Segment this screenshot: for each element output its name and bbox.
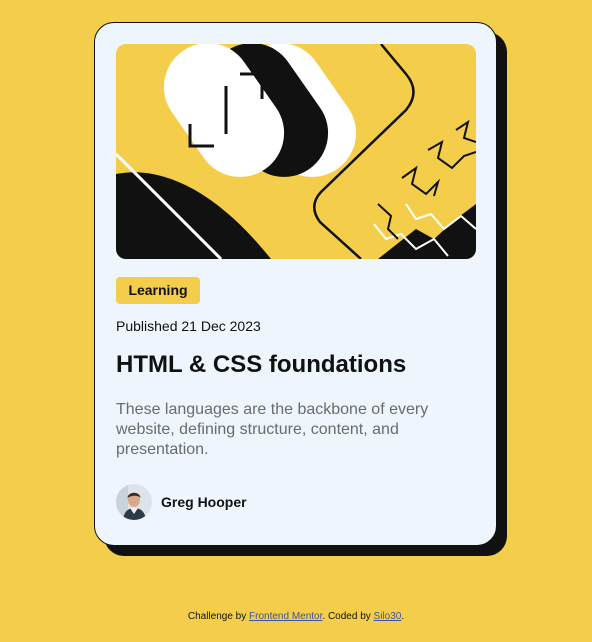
card-title[interactable]: HTML & CSS foundations [116,351,406,379]
frontend-mentor-link[interactable]: Frontend Mentor [249,611,322,622]
published-date: Published 21 Dec 2023 [116,318,261,334]
blog-preview-card: Learning Published 21 Dec 2023 HTML & CS… [94,22,497,546]
attribution: Challenge by Frontend Mentor. Coded by S… [0,611,592,622]
author-profile-link[interactable]: Silo30 [374,611,402,622]
author-row: Greg Hooper [116,484,247,520]
avatar [116,484,152,520]
author-name: Greg Hooper [161,494,247,510]
attribution-middle: . Coded by [322,611,374,622]
card-description: These languages are the backbone of ever… [116,401,429,458]
abstract-illustration-icon [116,44,476,259]
attribution-prefix: Challenge by [187,611,250,622]
category-tag: Learning [116,277,200,304]
hero-illustration [116,44,476,259]
person-avatar-icon [116,484,152,520]
attribution-suffix: . [401,611,405,622]
